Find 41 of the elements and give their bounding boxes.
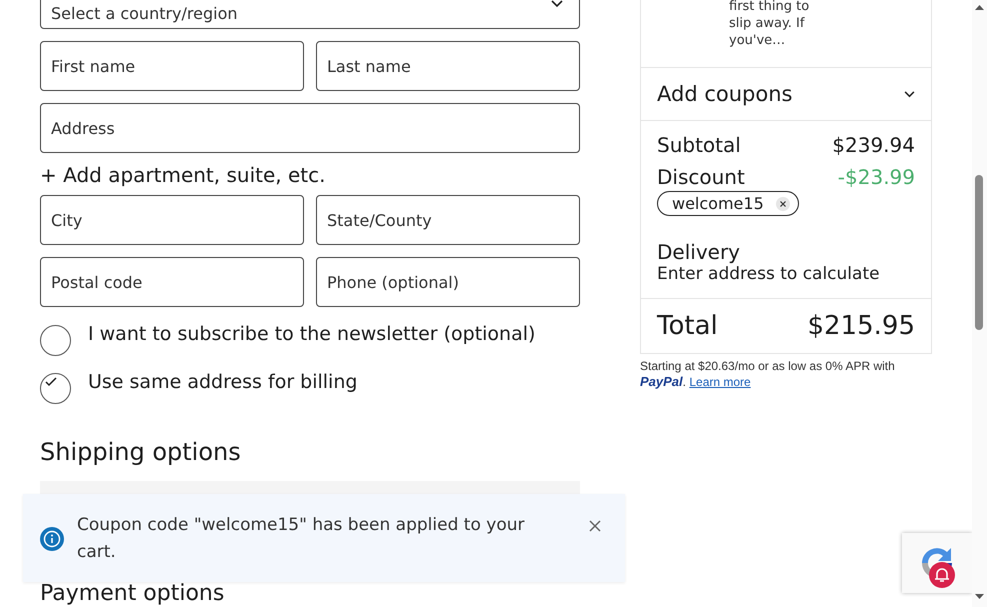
checkbox[interactable] — [40, 373, 71, 404]
delivery-label: Delivery — [657, 240, 742, 264]
text-field[interactable]: City — [40, 195, 304, 245]
section-heading: Payment options — [40, 582, 226, 606]
check-icon — [45, 377, 57, 387]
close-button[interactable] — [588, 520, 602, 534]
scrollbar-thumb[interactable] — [975, 175, 983, 330]
country-select[interactable]: Select a country/region — [40, 0, 580, 29]
chevron-down-icon — [904, 90, 915, 98]
total-label: Total — [657, 311, 718, 341]
discount-label: Discount — [657, 165, 745, 189]
text-field[interactable]: Last name — [316, 41, 580, 91]
text-field[interactable]: Postal code — [40, 257, 304, 307]
info-icon — [40, 527, 64, 551]
delivery-note: Enter address to calculate — [657, 264, 881, 284]
arrow-down-icon[interactable] — [975, 594, 984, 600]
total-value: $215.95 — [807, 311, 915, 341]
recaptcha-badge — [902, 533, 972, 593]
toast-message: Coupon code "welcome15" has been applied to your cart. — [77, 514, 526, 564]
checkbox-label: I want to subscribe to the newsletter (optional) — [88, 323, 536, 345]
discount-value: -$23.99 — [838, 165, 915, 189]
text-field[interactable]: Phone (optional) — [316, 257, 580, 307]
checkbox-label: Use same address for billing — [88, 371, 358, 393]
subtotal-label: Subtotal — [657, 133, 741, 157]
close-icon — [780, 200, 786, 206]
remove-coupon-button[interactable] — [776, 196, 790, 210]
subtotal-value: $239.94 — [832, 133, 915, 157]
arrow-up-icon[interactable] — [975, 4, 984, 10]
section-heading: Shipping options — [40, 438, 242, 466]
text-field[interactable]: First name — [40, 41, 304, 91]
scrollbar[interactable] — [972, 0, 987, 607]
coupon-code: welcome15 — [672, 194, 764, 213]
checkbox[interactable] — [40, 325, 71, 356]
add-apartment-link[interactable]: + Add apartment, suite, etc. — [40, 165, 580, 185]
chevron-down-icon — [551, 0, 563, 8]
learn-more-link[interactable]: Learn more — [689, 375, 751, 389]
text-field[interactable]: State/County — [316, 195, 580, 245]
text-field[interactable]: Address — [40, 103, 580, 153]
add-coupons-toggle[interactable]: Add coupons — [641, 68, 931, 121]
product-description: first thing to slip away. If you've… — [729, 0, 810, 49]
paypal-message: Starting at $20.63/mo or as low as 0% APR with PayPal. Learn more — [640, 358, 896, 390]
